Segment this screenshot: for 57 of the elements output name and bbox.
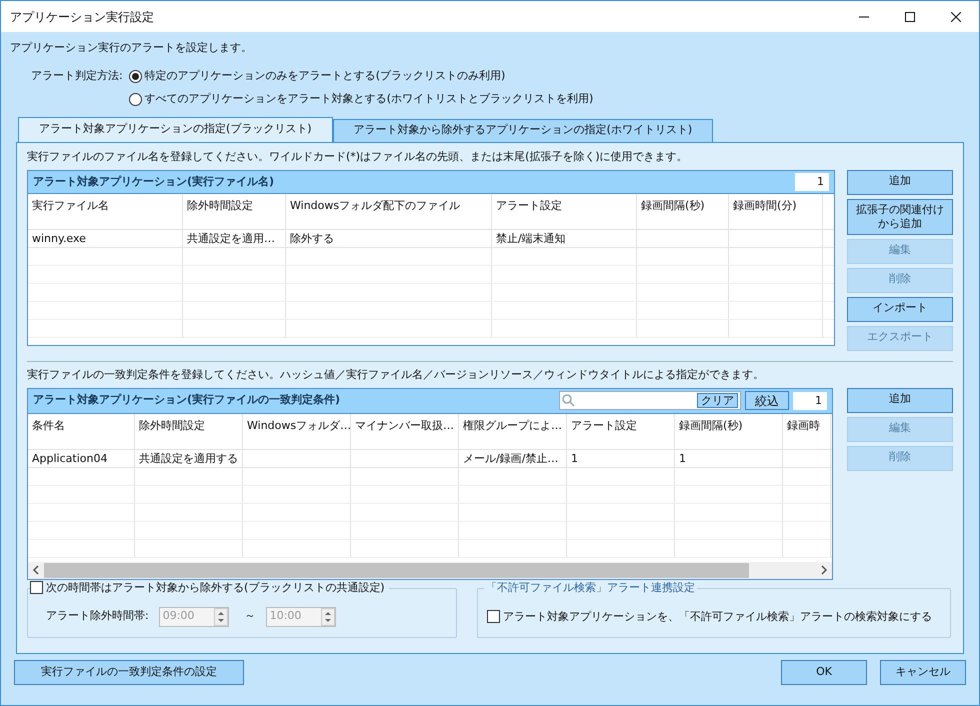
table-cell-text: 禁止/端末通知 xyxy=(495,231,567,247)
table-cell-text: 1 xyxy=(678,450,687,466)
table-cell-text: winny.exe xyxy=(31,231,87,247)
column-header[interactable]: 権限グループによ… xyxy=(459,414,567,448)
radio-label[interactable]: すべてのアプリケーションをアラート対象とする(ホワイトリストとブラックリストを利用) xyxy=(144,90,594,108)
window-title: アプリケーション実行設定 xyxy=(9,8,154,26)
table-cell-text: 除外する xyxy=(289,231,335,247)
filter-button[interactable]: 絞込 xyxy=(745,391,789,410)
scrollbar-thumb[interactable] xyxy=(44,562,749,578)
time-range-label: アラート除外時間帯: xyxy=(46,608,149,624)
description-text: アプリケーション実行のアラートを設定します。 xyxy=(10,40,253,56)
checkbox[interactable] xyxy=(487,610,500,624)
method-label: アラート判定方法: xyxy=(31,68,123,84)
tab[interactable]: アラート対象アプリケーションの指定(ブラックリスト) xyxy=(18,116,333,142)
column-header[interactable]: Windowsフォルダ配下のファイル xyxy=(286,194,492,229)
table-cell-text: メール/録画/禁止… xyxy=(462,450,560,466)
column-header[interactable]: Windowsフォルダ… xyxy=(243,414,351,448)
column-header[interactable]: 除外時間設定 xyxy=(135,414,243,448)
column-header[interactable]: 実行ファイル名 xyxy=(28,194,183,229)
ok-button[interactable]: OK xyxy=(781,660,867,684)
side-button[interactable]: インポート xyxy=(847,297,953,322)
maximize-icon xyxy=(905,12,915,22)
side-button[interactable]: 追加 xyxy=(847,170,953,195)
group-title: 「不許可ファイル検索」アラート連携設定 xyxy=(484,580,697,596)
column-header[interactable]: アラート設定 xyxy=(567,414,675,448)
table-title: アラート対象アプリケーション(実行ファイル名) xyxy=(33,174,274,190)
column-header[interactable]: アラート設定 xyxy=(492,194,637,229)
column-header[interactable]: 録画時 xyxy=(783,414,831,448)
column-header[interactable]: マイナンバー取扱… xyxy=(351,414,459,448)
radio-button[interactable] xyxy=(128,92,142,106)
tab[interactable]: アラート対象から除外するアプリケーションの指定(ホワイトリスト) xyxy=(332,118,714,142)
side-button[interactable]: 拡張子の関連付け から追加 xyxy=(847,199,953,235)
column-header[interactable]: 録画間隔(秒) xyxy=(675,414,783,448)
table-cell-text: 共通設定を適用する xyxy=(138,450,239,466)
clear-button[interactable]: クリア xyxy=(697,393,738,408)
column-header[interactable]: 条件名 xyxy=(28,414,135,448)
range-separator: ～ xyxy=(244,608,256,624)
radio-label[interactable]: 特定のアプリケーションのみをアラートとする(ブラックリストのみ利用) xyxy=(144,68,506,84)
search-icon xyxy=(562,394,575,407)
column-header[interactable]: 録画間隔(秒) xyxy=(637,194,729,229)
instruction-text: 実行ファイルの一致判定条件を登録してください。ハッシュ値／実行ファイル名／バージョンリソース／ウィンドウタイトルによる指定ができます。 xyxy=(27,367,765,383)
count-field: 1 xyxy=(793,392,827,410)
search-field[interactable]: クリア xyxy=(559,391,741,410)
column-header[interactable]: 除外時間設定 xyxy=(183,194,286,229)
table-cell-text: 共通設定を適用… xyxy=(186,231,276,247)
side-button[interactable]: 追加 xyxy=(847,388,953,412)
horizontal-scrollbar[interactable] xyxy=(28,562,832,578)
table-cell-text: 1 xyxy=(570,450,579,466)
column-header[interactable]: 録画時間(分) xyxy=(729,194,823,229)
cancel-button[interactable]: キャンセル xyxy=(880,660,966,684)
table-cell-text: Application04 xyxy=(31,450,108,466)
radio-button[interactable] xyxy=(128,70,142,82)
condition-settings-button[interactable]: 実行ファイルの一致判定条件の設定 xyxy=(14,660,244,684)
close-icon xyxy=(951,12,961,22)
table-title: アラート対象アプリケーション(実行ファイルの一致判定条件) xyxy=(33,392,342,408)
instruction-text: 実行ファイルのファイル名を登録してください。ワイルドカード(*)はファイル名の先頭、または末尾(拡張子を除く)に使用できます。 xyxy=(27,148,689,164)
count-field: 1 xyxy=(795,173,829,191)
